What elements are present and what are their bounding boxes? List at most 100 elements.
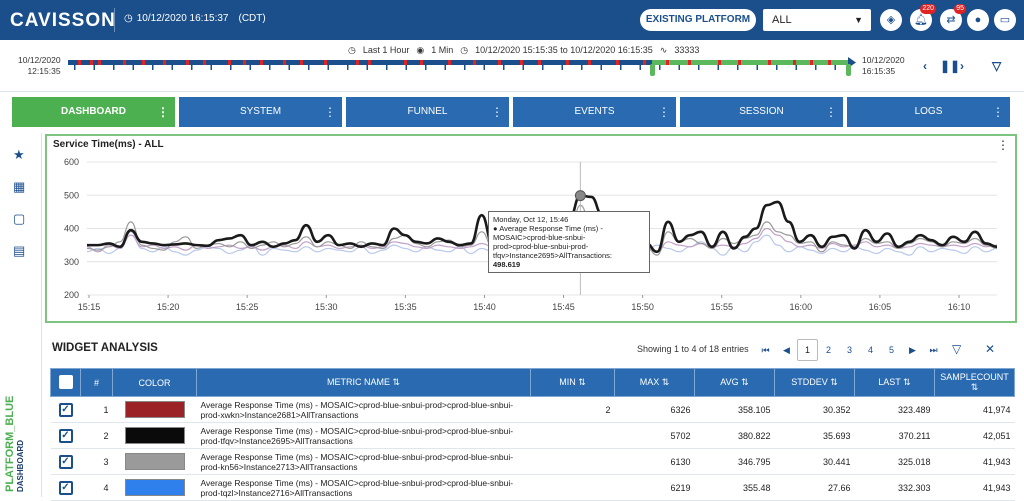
x-tick-label: 15:30 [315, 302, 338, 312]
tab-funnel[interactable]: FUNNEL ⋮ [346, 97, 509, 127]
color-swatch[interactable] [124, 401, 185, 418]
timeline-tick [93, 65, 95, 70]
col-color: COLOR [112, 368, 197, 397]
monitor-icon[interactable]: ▭ [994, 9, 1016, 31]
row-color-cell [112, 396, 197, 423]
timeline-end: 10/12/2020 16:15:35 [862, 55, 905, 77]
kebab-icon[interactable]: ⋮ [491, 97, 503, 127]
timeline-tick [717, 65, 719, 70]
col-min[interactable]: MIN ⇅ [530, 368, 615, 397]
timeline-alert-mark [793, 60, 796, 65]
col-metric-name[interactable]: METRIC NAME ⇅ [196, 368, 531, 397]
row-checkbox[interactable]: ✓ [58, 480, 73, 495]
first-page-icon[interactable]: ⏮ [755, 340, 776, 360]
page-3[interactable]: 3 [839, 340, 860, 360]
kebab-icon[interactable]: ⋮ [825, 97, 837, 127]
timezone: (CDT) [238, 13, 266, 24]
last-page-icon[interactable]: ⏭ [923, 340, 944, 360]
row-checkbox-cell[interactable]: ✓ [50, 396, 81, 423]
timeline-tick [347, 65, 349, 70]
tab-dashboard[interactable]: DASHBOARD ⋮ [12, 97, 175, 127]
row-checkbox[interactable]: ✓ [58, 454, 73, 469]
select-all-checkbox[interactable] [58, 374, 73, 389]
table-row[interactable]: ✓ 2 Average Response Time (ms) - MOSAIC>cp… [50, 422, 1015, 449]
timeline-alert-mark [538, 60, 541, 65]
max-value: 5702 [614, 422, 695, 449]
folder-icon[interactable]: ▢ [13, 211, 25, 227]
row-checkbox[interactable]: ✓ [58, 402, 73, 417]
page-1[interactable]: 1 [797, 339, 818, 361]
y-tick-label: 300 [64, 257, 79, 267]
filter-icon[interactable]: ▽ [992, 59, 1001, 73]
timeline-tick [210, 65, 212, 70]
color-swatch[interactable] [124, 479, 185, 496]
calendar-icon[interactable]: ▦ [13, 179, 25, 195]
tooltip-path-2: prod>cprod-blue-snbui-prod- [493, 242, 589, 251]
col-max[interactable]: MAX ⇅ [614, 368, 695, 397]
tab-logs[interactable]: LOGS ⋮ [847, 97, 1010, 127]
pause-icon[interactable]: ❚❚ [940, 59, 960, 73]
tab-events[interactable]: EVENTS ⋮ [513, 97, 676, 127]
kebab-icon[interactable]: ⋮ [992, 97, 1004, 127]
row-checkbox-cell[interactable]: ✓ [50, 448, 81, 475]
y-tick-label: 500 [64, 190, 79, 200]
star-icon[interactable]: ★ [13, 147, 25, 163]
x-tick-label: 16:05 [869, 302, 892, 312]
timeline-tick [815, 65, 817, 70]
next-page-icon[interactable]: ▶ [902, 340, 923, 360]
last-value: 323.489 [854, 396, 935, 423]
avg-value: 358.105 [694, 396, 775, 423]
next-icon[interactable]: › [960, 59, 964, 73]
widget-analysis-panel: WIDGET ANALYSIS Showing 1 to 4 of 18 ent… [45, 328, 1021, 501]
page-2[interactable]: 2 [818, 340, 839, 360]
schedule-icon[interactable]: ▤ [13, 243, 25, 259]
tab-system[interactable]: SYSTEM ⋮ [179, 97, 342, 127]
row-index: 3 [80, 448, 113, 475]
col-avg[interactable]: AVG ⇅ [694, 368, 775, 397]
timeline-tick [639, 65, 641, 70]
share-icon[interactable]: ⇄ 95 [940, 4, 966, 31]
user-icon[interactable]: ● [967, 9, 989, 31]
close-icon[interactable]: ✕ [985, 342, 995, 356]
col-samplecount[interactable]: SAMPLECOUNT ⇅ [934, 368, 1015, 397]
col-last[interactable]: LAST ⇅ [854, 368, 935, 397]
col-stddev[interactable]: STDDEV ⇅ [774, 368, 855, 397]
kebab-icon[interactable]: ⋮ [658, 97, 670, 127]
row-checkbox-cell[interactable]: ✓ [50, 422, 81, 449]
timeline-track[interactable] [68, 56, 858, 82]
timeline-alert-mark [498, 60, 501, 65]
kebab-icon[interactable]: ⋮ [997, 138, 1009, 152]
notification-badge: 220 [920, 4, 936, 14]
page-4[interactable]: 4 [860, 340, 881, 360]
bell-icon[interactable]: 🔔︎ 220 [910, 4, 936, 31]
filter-icon[interactable]: ▽ [952, 342, 961, 356]
scope-select[interactable]: ALL ▼ [763, 9, 871, 31]
metric-name: Average Response Time (ms) - MOSAIC>cpro… [196, 422, 531, 449]
table-row[interactable]: ✓ 1 Average Response Time (ms) - MOSAIC>cp… [50, 396, 1015, 423]
table-row[interactable]: ✓ 3 Average Response Time (ms) - MOSAIC>cp… [50, 448, 1015, 475]
timeline-alert-mark [368, 60, 371, 65]
page-5[interactable]: 5 [881, 340, 902, 360]
timeline-alert-mark [588, 60, 591, 65]
timeline-alert-mark [142, 60, 145, 65]
kebab-icon[interactable]: ⋮ [157, 97, 169, 127]
color-swatch[interactable] [124, 427, 185, 444]
kebab-icon[interactable]: ⋮ [324, 97, 336, 127]
prev-page-icon[interactable]: ◀ [776, 340, 797, 360]
tab-session[interactable]: SESSION ⋮ [680, 97, 843, 127]
range-handle-right[interactable] [846, 64, 851, 76]
timeline-alert-mark [688, 60, 691, 65]
prev-icon[interactable]: ‹ [923, 59, 927, 73]
timeline-alert-mark [768, 60, 771, 65]
range-handle-left[interactable] [650, 64, 655, 76]
paint-bucket-icon[interactable]: ◈ [880, 9, 902, 31]
chart-title: Service Time(ms) - ALL [53, 139, 164, 150]
row-checkbox[interactable]: ✓ [58, 428, 73, 443]
timeline-alert-mark [473, 60, 476, 65]
metric-name: Average Response Time (ms) - MOSAIC>cpro… [196, 396, 531, 423]
timeline-tick [834, 65, 836, 70]
select-all-header[interactable] [50, 368, 81, 397]
x-tick-label: 15:20 [157, 302, 180, 312]
color-swatch[interactable] [124, 453, 185, 470]
existing-platform-button[interactable]: EXISTING PLATFORM [640, 9, 756, 31]
